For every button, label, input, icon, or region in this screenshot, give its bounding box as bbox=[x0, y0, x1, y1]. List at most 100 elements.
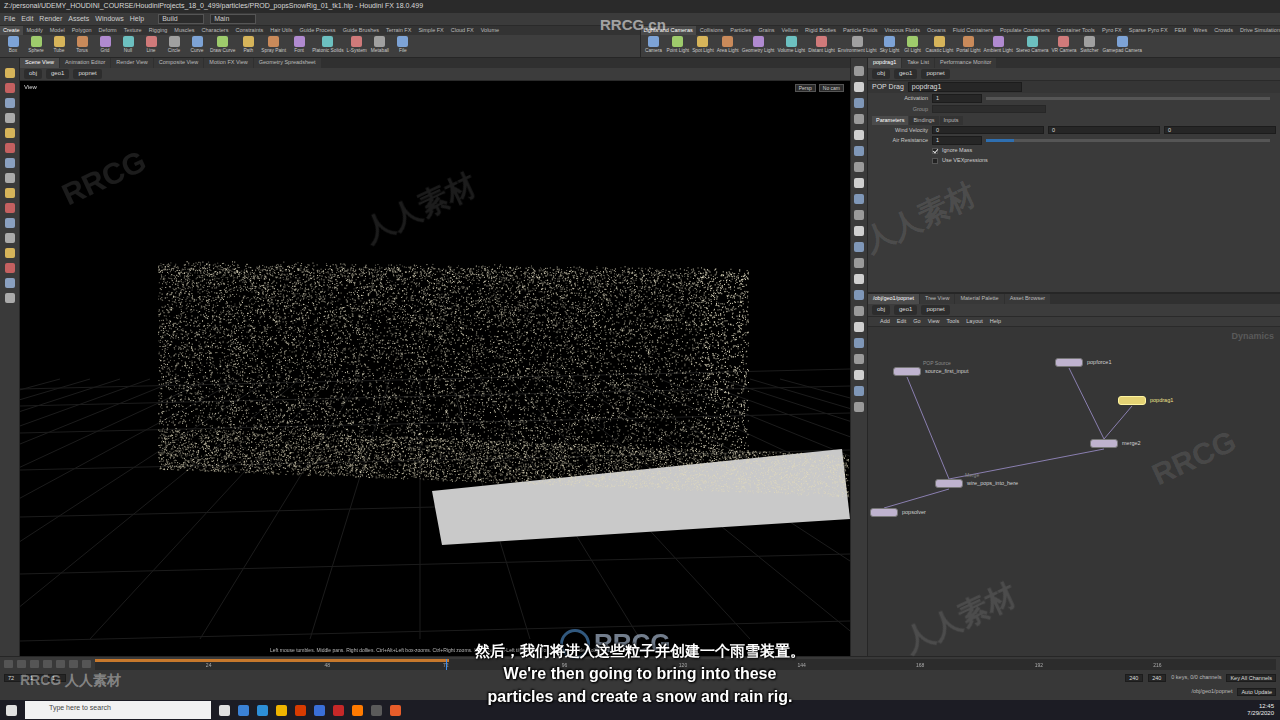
tool-icon[interactable] bbox=[5, 293, 15, 303]
wire[interactable] bbox=[884, 489, 949, 508]
menu-item[interactable]: Help bbox=[990, 318, 1001, 325]
viewport[interactable]: ViewPerspNo camLeft mouse tumbles. Middl… bbox=[20, 81, 850, 656]
shelf-tool[interactable]: L-System bbox=[346, 36, 368, 56]
node-body[interactable] bbox=[1090, 439, 1118, 448]
pane-tab[interactable]: popdrag1 bbox=[868, 58, 901, 68]
air-resistance-slider[interactable] bbox=[986, 139, 1270, 142]
play-button[interactable] bbox=[82, 660, 91, 668]
menu-item[interactable]: View bbox=[928, 318, 940, 325]
path-crumb[interactable]: geo1 bbox=[46, 69, 69, 78]
wind-velocity-field[interactable]: 0 bbox=[1164, 126, 1276, 135]
node-name[interactable]: popdrag1 bbox=[908, 82, 1022, 92]
path-crumb[interactable]: obj bbox=[872, 69, 890, 78]
clock[interactable]: 12:457/29/2020 bbox=[1247, 703, 1274, 717]
play-button[interactable] bbox=[43, 660, 52, 668]
shelf-tab[interactable]: Container Tools bbox=[1054, 26, 1098, 35]
shelf-tool[interactable]: Circle bbox=[163, 36, 185, 56]
tool-icon[interactable] bbox=[5, 158, 15, 168]
play-button[interactable] bbox=[30, 660, 39, 668]
display-icon[interactable] bbox=[854, 130, 864, 140]
shelf-tab[interactable]: Simple FX bbox=[415, 26, 446, 35]
display-icon[interactable] bbox=[854, 210, 864, 220]
menu-item[interactable]: Windows bbox=[95, 15, 123, 23]
display-icon[interactable] bbox=[854, 82, 864, 92]
shelf-tab[interactable]: Rigging bbox=[146, 26, 171, 35]
path-crumb[interactable]: obj bbox=[872, 305, 890, 314]
shelf-tool[interactable]: Sphere bbox=[25, 36, 47, 56]
persp-menu[interactable]: Persp bbox=[795, 84, 816, 92]
wind-velocity-field[interactable]: 0 bbox=[932, 126, 1044, 135]
start-range-field[interactable]: 1 bbox=[48, 674, 66, 683]
shelf-tool[interactable]: Stereo Camera bbox=[1015, 36, 1050, 56]
shelf-tab[interactable]: Guide Process bbox=[297, 26, 339, 35]
toggle-row[interactable]: Use VEXpressions bbox=[868, 156, 1280, 166]
display-icon[interactable] bbox=[854, 146, 864, 156]
display-icon[interactable] bbox=[854, 402, 864, 412]
shelf-tool[interactable]: Point Light bbox=[666, 36, 691, 56]
shelf-tab[interactable]: Muscles bbox=[171, 26, 197, 35]
display-icon[interactable] bbox=[854, 354, 864, 364]
shelf-tab[interactable]: Polygon bbox=[69, 26, 95, 35]
shelf-tab[interactable]: Characters bbox=[199, 26, 232, 35]
shelf-tool[interactable]: Platonic Solids bbox=[311, 36, 344, 56]
shelf-tool[interactable]: Distant Light bbox=[807, 36, 836, 56]
pane-tab[interactable]: Tree View bbox=[920, 294, 954, 304]
network-node[interactable]: wire_pops_into_hereMerge bbox=[935, 479, 1018, 488]
section-tab[interactable]: Bindings bbox=[909, 116, 938, 125]
shelf-tab[interactable]: Deform bbox=[96, 26, 120, 35]
toggle-row[interactable]: Ignore Mass bbox=[868, 146, 1280, 156]
pane-tab[interactable]: Asset Browser bbox=[1005, 294, 1050, 304]
shelf-tab[interactable]: Create bbox=[0, 26, 23, 35]
group-field[interactable] bbox=[932, 105, 1046, 113]
tool-icon[interactable] bbox=[5, 188, 15, 198]
tool-icon[interactable] bbox=[5, 248, 15, 258]
shelf-tool[interactable]: Draw Curve bbox=[209, 36, 236, 56]
shelf-tool[interactable]: File bbox=[392, 36, 414, 56]
taskbar-app-icon[interactable] bbox=[333, 705, 344, 716]
checkbox[interactable] bbox=[932, 158, 938, 164]
pane-tab[interactable]: Scene View bbox=[20, 58, 59, 68]
display-icon[interactable] bbox=[854, 114, 864, 124]
shelf-tab[interactable]: Terrain FX bbox=[383, 26, 414, 35]
pane-tab[interactable]: Material Palette bbox=[955, 294, 1003, 304]
shelf-tool[interactable]: Metaball bbox=[369, 36, 391, 56]
shelf-tab[interactable]: Collisions bbox=[697, 26, 727, 35]
menu-item[interactable]: Edit bbox=[21, 15, 33, 23]
viewport-canvas[interactable] bbox=[20, 81, 850, 656]
shelf-tab[interactable]: Oceans bbox=[924, 26, 949, 35]
shelf-tab[interactable]: Drive Simulation bbox=[1237, 26, 1280, 35]
display-icon[interactable] bbox=[854, 274, 864, 284]
menu-item[interactable]: Add bbox=[880, 318, 890, 325]
menu-item[interactable]: Help bbox=[130, 15, 144, 23]
shelf-tab[interactable]: Crowds bbox=[1211, 26, 1236, 35]
play-button[interactable] bbox=[69, 660, 78, 668]
shelf-tool[interactable]: Curve bbox=[186, 36, 208, 56]
display-icon[interactable] bbox=[854, 258, 864, 268]
shelf-tab[interactable]: Hair Utils bbox=[267, 26, 295, 35]
shelf-tab[interactable]: Viscous Fluids bbox=[882, 26, 923, 35]
tool-icon[interactable] bbox=[5, 233, 15, 243]
tool-icon[interactable] bbox=[5, 203, 15, 213]
shelf-tool[interactable]: Spot Light bbox=[691, 36, 715, 56]
display-icon[interactable] bbox=[854, 290, 864, 300]
shelf-tool[interactable]: Camera bbox=[643, 36, 665, 56]
display-icon[interactable] bbox=[854, 322, 864, 332]
network-editor[interactable]: Dynamicssource_first_inputPOP Sourcepopf… bbox=[868, 327, 1280, 656]
pane-tab[interactable]: Composite View bbox=[154, 58, 204, 68]
path-crumb[interactable]: popnet bbox=[921, 69, 949, 78]
wire[interactable] bbox=[1069, 368, 1104, 439]
start-field[interactable]: 1 bbox=[26, 674, 44, 683]
shelf-tool[interactable]: GI Light bbox=[902, 36, 924, 56]
windows-icon[interactable] bbox=[6, 705, 17, 716]
frame-field[interactable]: 72 bbox=[4, 674, 22, 683]
taskbar-app-icon[interactable] bbox=[257, 705, 268, 716]
taskbar-app-icon[interactable] bbox=[390, 705, 401, 716]
key-all-dropdown[interactable]: Key All Channels bbox=[1226, 674, 1276, 683]
section-tab[interactable]: Inputs bbox=[940, 116, 963, 125]
taskbar-app-icon[interactable] bbox=[352, 705, 363, 716]
shelf-tab[interactable]: Modify bbox=[24, 26, 46, 35]
display-icon[interactable] bbox=[854, 194, 864, 204]
display-icon[interactable] bbox=[854, 242, 864, 252]
shelf-tab[interactable]: Model bbox=[47, 26, 68, 35]
desktop-dropdown[interactable]: Build bbox=[158, 14, 204, 24]
